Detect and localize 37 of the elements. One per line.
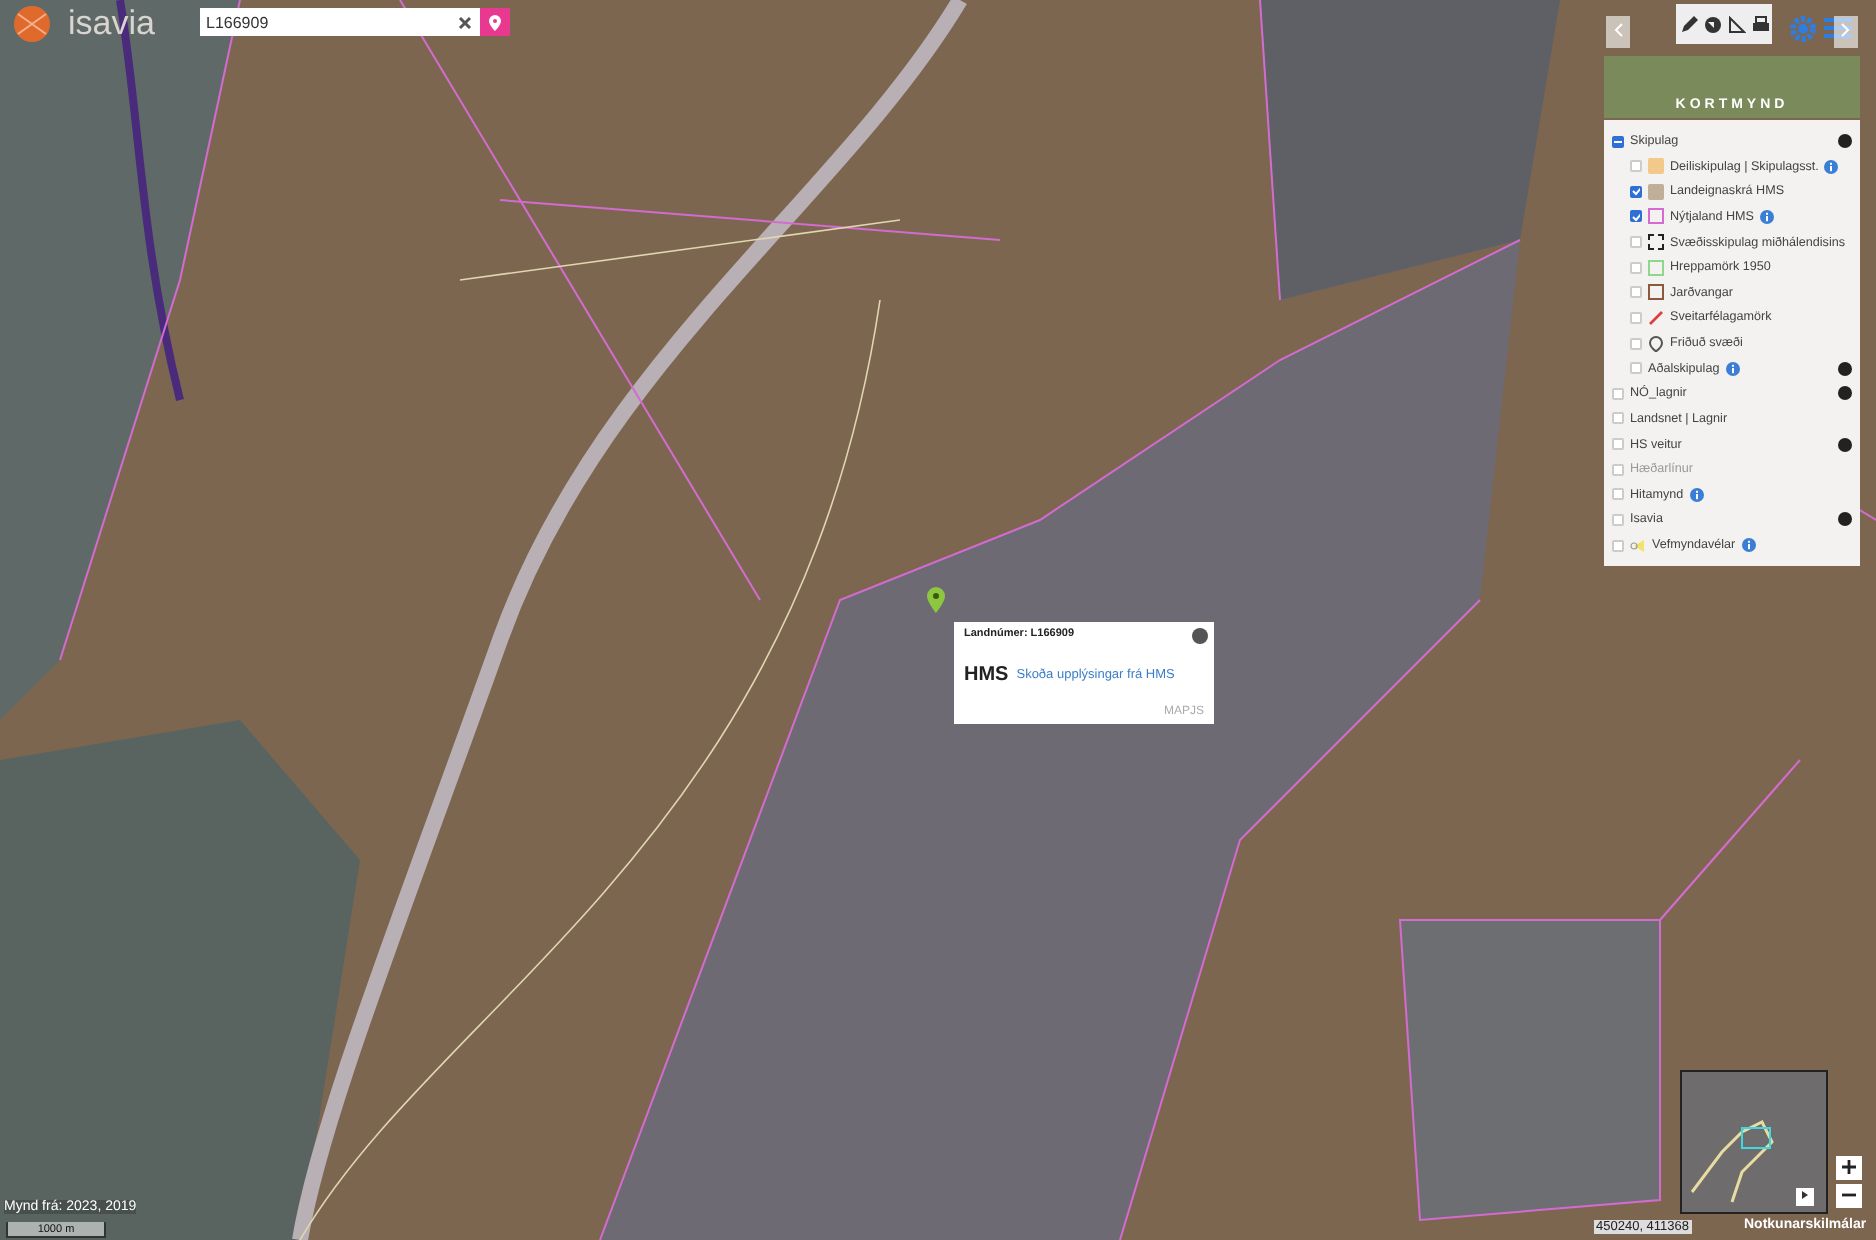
globe-icon[interactable] [1703,15,1721,33]
info-icon[interactable] [1689,487,1704,502]
toggle-overview-button[interactable] [1796,1188,1814,1206]
layer-checkbox[interactable] [1630,185,1642,198]
chevron-left-icon [1612,22,1624,38]
overview-map-drawing[interactable] [1680,1070,1828,1214]
chevron-right-icon [1840,22,1852,38]
info-icon[interactable] [1741,538,1756,553]
more-button[interactable] [1838,386,1852,401]
brand-logo: HMS [964,664,1009,686]
print-icon[interactable] [1751,15,1769,33]
more-button[interactable] [1838,512,1852,527]
clear-icon[interactable] [458,15,472,29]
minus-icon [1842,1188,1856,1202]
layer-checkbox[interactable] [1630,210,1642,223]
collapse-button[interactable] [1838,134,1852,149]
triangle-icon [1800,1190,1810,1200]
location-button[interactable] [480,8,510,36]
satellite-map-drawing[interactable] [0,0,1876,1240]
more-button[interactable] [1838,437,1852,452]
info-icon[interactable] [1824,159,1839,174]
search-field[interactable]: L166909 [200,8,480,36]
ruler-icon[interactable] [1727,15,1745,33]
more-button[interactable] [1838,361,1852,376]
camera-icon [1630,537,1646,554]
close-button[interactable] [1192,628,1208,644]
zoom-out-button[interactable] [1836,1184,1862,1208]
info-icon[interactable] [1760,209,1774,224]
logo-text: isavia [68,4,155,44]
plus-icon [1842,1160,1856,1174]
map-marker-icon[interactable] [926,586,946,614]
layer-checkbox[interactable] [1612,135,1624,148]
info-icon[interactable] [1725,361,1740,376]
pin-icon [488,13,502,31]
menu-icon[interactable] [1824,16,1852,40]
zoom-in-button[interactable] [1836,1156,1862,1180]
pencil-icon[interactable] [1679,15,1697,33]
